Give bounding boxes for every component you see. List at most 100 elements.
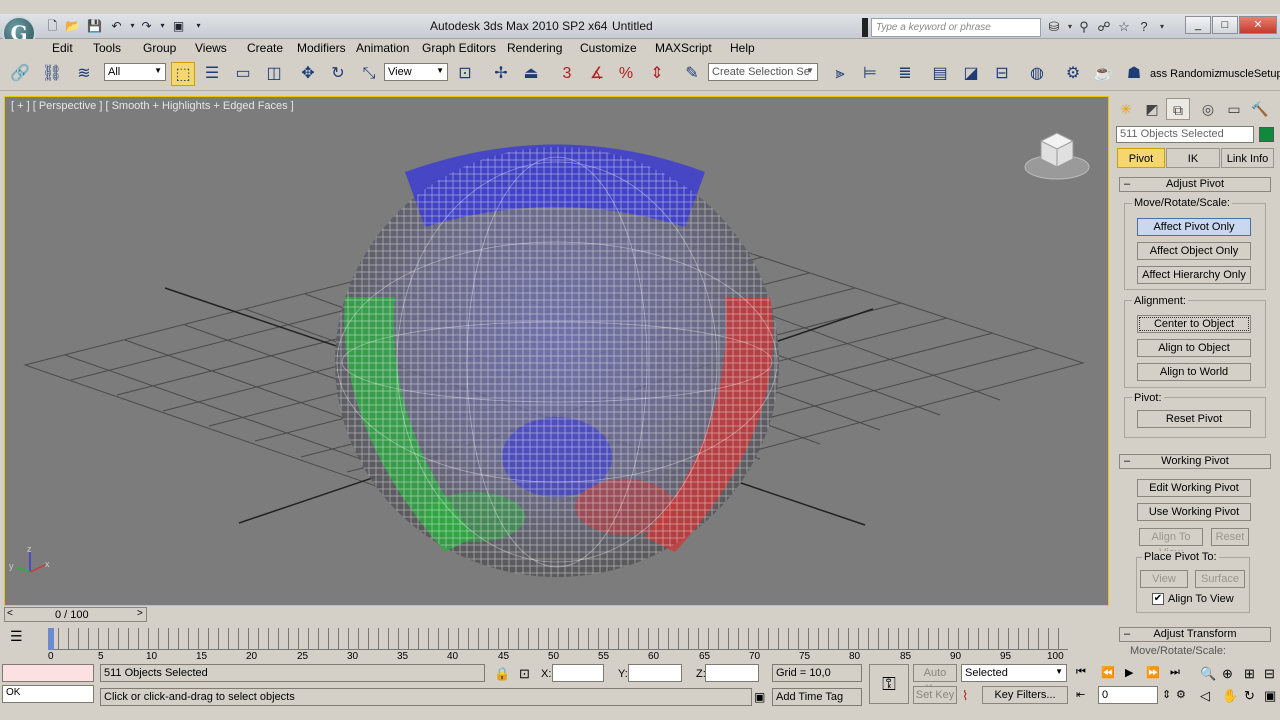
maxscript-listener-mini[interactable] xyxy=(2,664,94,682)
keyboard-shortcut-override-icon[interactable]: ⏏ xyxy=(519,62,543,86)
affect-pivot-only-button[interactable]: Affect Pivot Only xyxy=(1137,218,1251,236)
move-icon[interactable]: ✥ xyxy=(296,62,320,86)
key-mode-dropdown[interactable]: Selected ▼ xyxy=(961,664,1067,682)
select-manipulate-icon[interactable]: ✢ xyxy=(489,62,513,86)
auto-key-button[interactable]: Auto Key xyxy=(913,664,957,695)
rotate-icon[interactable]: ↻ xyxy=(326,62,350,86)
material-editor-icon[interactable]: ◍ xyxy=(1025,62,1049,86)
menu-customize[interactable]: Customize xyxy=(580,41,637,55)
new-file-icon[interactable]: 🗋 xyxy=(44,18,61,34)
minimize-button[interactable]: _ xyxy=(1185,16,1211,34)
bind-spacewarp-icon[interactable]: ≋ xyxy=(72,62,96,86)
menu-help[interactable]: Help xyxy=(730,41,755,55)
snaps-toggle-icon[interactable]: 3 xyxy=(555,62,579,86)
object-color-swatch[interactable] xyxy=(1259,127,1274,142)
tab-ik[interactable]: IK xyxy=(1166,148,1220,168)
help-dropdown-icon[interactable]: ▾ xyxy=(1153,18,1171,36)
set-key-button[interactable]: Set Key xyxy=(913,686,957,704)
open-file-icon[interactable]: 📂 xyxy=(64,18,81,34)
project-folder-icon[interactable]: ▣ xyxy=(170,18,187,34)
display-tab-icon[interactable]: ▭ xyxy=(1222,98,1246,120)
menu-modifiers[interactable]: Modifiers xyxy=(297,41,346,55)
time-slider-prev-icon[interactable]: < xyxy=(7,608,13,619)
schematic-view-icon[interactable]: ⊟ xyxy=(990,62,1014,86)
menu-edit[interactable]: Edit xyxy=(52,41,73,55)
undo-icon[interactable]: ↶ xyxy=(108,18,125,34)
zoom-extents-icon[interactable]: ⊞ xyxy=(1244,666,1255,682)
selection-name-field[interactable]: 511 Objects Selected xyxy=(1116,126,1254,143)
center-to-object-button[interactable]: Center to Object xyxy=(1137,315,1251,333)
current-frame-marker[interactable] xyxy=(48,628,54,650)
graphite-tools-icon[interactable]: ▤ xyxy=(928,62,952,86)
mirror-icon[interactable]: ⫸ xyxy=(828,62,852,86)
rollout-working-pivot[interactable]: – Working Pivot xyxy=(1119,454,1271,469)
quick-access-dropdown-icon[interactable]: ▾ xyxy=(190,18,207,34)
script-button-muscle-setup[interactable]: muscleSetup xyxy=(1219,68,1280,80)
z-coord-field[interactable] xyxy=(705,664,759,682)
maximize-viewport-icon[interactable]: ▣ xyxy=(1264,688,1276,704)
save-icon[interactable]: 💾 xyxy=(86,18,103,34)
align-to-view-button[interactable]: Align To View xyxy=(1139,528,1203,559)
favorites-star-icon[interactable]: ☆ xyxy=(1115,18,1133,36)
redo-dropdown-icon[interactable]: ▾ xyxy=(154,18,171,34)
place-pivot-surface-button[interactable]: Surface xyxy=(1195,570,1245,588)
zoom-extents-all-icon[interactable]: ⊟ xyxy=(1264,666,1275,682)
y-coord-field[interactable] xyxy=(628,664,682,682)
key-tangent-icon[interactable]: ⌇ xyxy=(962,688,968,704)
time-tag-icon[interactable]: ▣ xyxy=(754,690,765,704)
select-object-icon[interactable]: ⬚ xyxy=(171,62,195,86)
unlink-icon[interactable]: ⛓ xyxy=(40,62,64,86)
affect-object-only-button[interactable]: Affect Object Only xyxy=(1137,242,1251,260)
reset-pivot-button[interactable]: Reset Pivot xyxy=(1137,410,1251,428)
edit-named-selection-icon[interactable]: ✎ xyxy=(680,62,704,86)
frame-spinner-icon[interactable]: ⇕ xyxy=(1162,688,1171,701)
close-button[interactable]: ✕ xyxy=(1239,16,1277,34)
render-frame-icon[interactable]: ☕ xyxy=(1091,62,1115,86)
search-input[interactable]: Type a keyword or phrase xyxy=(871,18,1041,37)
add-time-tag-button[interactable]: Add Time Tag xyxy=(772,688,862,706)
go-to-end-icon[interactable]: ⏭ xyxy=(1170,666,1180,679)
script-button-mass-randomize[interactable]: ass Randomiz xyxy=(1150,68,1220,80)
redo-icon[interactable]: ↷ xyxy=(138,18,155,34)
quick-render-icon[interactable]: ☗ xyxy=(1122,62,1146,86)
absolute-mode-icon[interactable]: ⊡ xyxy=(519,666,530,682)
select-by-name-icon[interactable]: ☰ xyxy=(200,62,224,86)
zoom-icon[interactable]: 🔍 xyxy=(1200,666,1216,682)
pan-view-icon[interactable]: ✋ xyxy=(1222,688,1238,704)
tab-link-info[interactable]: Link Info xyxy=(1221,148,1274,168)
tab-pivot[interactable]: Pivot xyxy=(1117,148,1165,168)
menu-create[interactable]: Create xyxy=(247,41,283,55)
time-configuration-icon[interactable]: ⚙ xyxy=(1176,688,1186,701)
affect-hierarchy-only-button[interactable]: Affect Hierarchy Only xyxy=(1137,266,1251,284)
menu-graph-editors[interactable]: Graph Editors xyxy=(422,41,496,55)
pivot-point-center-icon[interactable]: ⊡ xyxy=(453,62,477,86)
scale-icon[interactable]: ⤡ xyxy=(357,62,381,86)
time-slider[interactable]: < 0 / 100 > xyxy=(4,607,147,622)
subscription-icon[interactable]: ⚲ xyxy=(1075,18,1093,36)
create-tab-icon[interactable]: ✳ xyxy=(1114,98,1138,120)
named-selection-sets-dropdown[interactable]: Create Selection Se ▼ xyxy=(708,63,818,81)
rollout-adjust-transform[interactable]: – Adjust Transform xyxy=(1119,627,1271,642)
rectangular-selection-icon[interactable]: ▭ xyxy=(231,62,255,86)
percent-snap-icon[interactable]: % xyxy=(614,62,638,86)
previous-frame-icon[interactable]: ⏪ xyxy=(1101,666,1115,679)
edit-working-pivot-button[interactable]: Edit Working Pivot xyxy=(1137,479,1251,497)
maximize-button[interactable]: □ xyxy=(1212,16,1238,34)
help-icon[interactable]: ? xyxy=(1135,18,1153,36)
time-slider-next-icon[interactable]: > xyxy=(137,608,143,619)
menu-animation[interactable]: Animation xyxy=(356,41,409,55)
hierarchy-tab-icon[interactable]: ⧉ xyxy=(1166,98,1190,120)
orbit-icon[interactable]: ↻ xyxy=(1244,688,1255,704)
render-setup-icon[interactable]: ⚙ xyxy=(1061,62,1085,86)
communication-center-icon[interactable]: ☍ xyxy=(1095,18,1113,36)
menu-rendering[interactable]: Rendering xyxy=(507,41,562,55)
rollout-adjust-pivot[interactable]: – Adjust Pivot xyxy=(1119,177,1271,192)
align-icon[interactable]: ⊨ xyxy=(858,62,882,86)
use-working-pivot-button[interactable]: Use Working Pivot xyxy=(1137,503,1251,521)
menu-group[interactable]: Group xyxy=(143,41,176,55)
perspective-viewport[interactable]: [ + ] [ Perspective ] [ Smooth + Highlig… xyxy=(4,96,1109,606)
angle-snap-icon[interactable]: ∡ xyxy=(585,62,609,86)
curve-editor-mini-icon[interactable]: ☰ xyxy=(10,628,23,645)
maxscript-output[interactable]: OK xyxy=(2,685,94,703)
next-frame-icon[interactable]: ⏩ xyxy=(1146,666,1160,679)
